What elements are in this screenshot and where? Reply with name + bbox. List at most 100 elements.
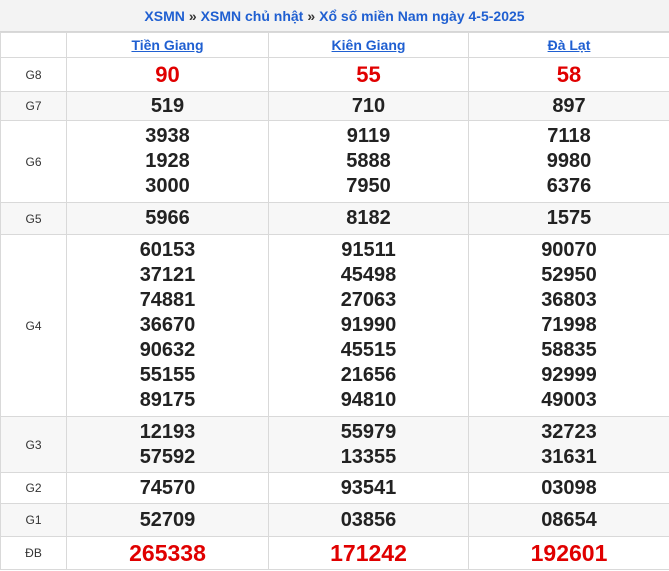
result-number: 45515 <box>340 339 397 361</box>
results-body: G8 90 55 58 G7 519 710 897 G6 3938 1928 3000 9119 588… <box>0 57 669 570</box>
result-number: 897 <box>552 94 586 117</box>
breadcrumb-link-xsmn[interactable]: XSMN <box>144 8 184 24</box>
result-number: 08654 <box>541 508 597 531</box>
result-number: 89175 <box>139 389 196 411</box>
result-number: 93541 <box>340 476 397 499</box>
result-number: 1928 <box>145 150 190 172</box>
result-number: 27063 <box>340 289 397 311</box>
province-link-kien-giang[interactable]: Kiên Giang <box>332 37 406 53</box>
result-number: 1575 <box>546 207 592 229</box>
result-cell: 03856 <box>268 503 469 537</box>
result-number: 71998 <box>541 314 597 336</box>
prize-label: G2 <box>0 472 67 504</box>
result-number: 57592 <box>139 445 196 468</box>
prize-label: G6 <box>0 120 67 203</box>
result-cell: 710 <box>268 91 469 121</box>
prize-row-g1: G1 52709 03856 08654 <box>0 503 669 537</box>
result-number: 192601 <box>530 539 608 566</box>
result-number: 5888 <box>346 150 391 172</box>
prize-column-header <box>0 32 67 58</box>
result-number: 519 <box>150 94 185 117</box>
breadcrumb-separator: » <box>188 7 197 24</box>
result-cell: 08654 <box>468 503 669 537</box>
province-header-row: Tiền Giang Kiên Giang Đà Lạt <box>0 32 669 58</box>
result-cell: 897 <box>468 91 669 121</box>
result-cell: 60153 37121 74881 36670 90632 55155 89175 <box>66 234 269 417</box>
result-number: 55155 <box>139 364 196 386</box>
prize-label: G8 <box>0 57 67 92</box>
prize-label: G3 <box>0 416 67 473</box>
prize-row-g6: G6 3938 1928 3000 9119 5888 7950 7118 9980 6376 <box>0 120 669 203</box>
result-cell: 90070 52950 36803 71998 58835 92999 49003 <box>468 234 669 417</box>
result-cell: 03098 <box>468 472 669 504</box>
result-number: 91990 <box>340 314 397 336</box>
result-number: 3938 <box>145 125 190 147</box>
province-header: Đà Lạt <box>468 32 669 58</box>
result-number: 12193 <box>139 420 196 443</box>
result-cell: 519 <box>66 91 269 121</box>
province-link-tien-giang[interactable]: Tiền Giang <box>131 37 203 53</box>
result-cell: 55979 13355 <box>268 416 469 473</box>
result-number: 7118 <box>547 125 591 147</box>
prize-label: ĐB <box>0 536 67 570</box>
result-number: 92999 <box>541 364 597 386</box>
prize-label: G5 <box>0 202 67 235</box>
result-number: 710 <box>351 94 386 117</box>
result-number: 13355 <box>340 445 397 468</box>
result-cell: 91511 45498 27063 91990 45515 21656 94810 <box>268 234 469 417</box>
result-number: 58 <box>556 62 582 87</box>
result-number: 55 <box>356 62 381 87</box>
result-cell: 265338 <box>66 536 269 570</box>
prize-row-g2: G2 74570 93541 03098 <box>0 472 669 504</box>
prize-label: G1 <box>0 503 67 537</box>
prize-row-g3: G3 12193 57592 55979 13355 32723 31631 <box>0 416 669 473</box>
result-number: 9119 <box>346 125 391 147</box>
result-number: 21656 <box>340 364 397 386</box>
result-cell: 55 <box>268 57 469 92</box>
result-number: 60153 <box>139 239 196 261</box>
result-number: 6376 <box>546 175 592 197</box>
result-number: 36803 <box>541 289 597 311</box>
result-number: 74570 <box>139 476 196 499</box>
result-cell: 7118 9980 6376 <box>468 120 669 203</box>
result-number: 5966 <box>145 207 190 229</box>
result-number: 94810 <box>340 389 397 411</box>
result-cell: 8182 <box>268 202 469 235</box>
prize-row-g7: G7 519 710 897 <box>0 91 669 121</box>
result-number: 58835 <box>541 339 597 361</box>
result-cell: 171242 <box>268 536 469 570</box>
result-cell: 5966 <box>66 202 269 235</box>
result-number: 91511 <box>341 239 396 261</box>
result-cell: 1575 <box>468 202 669 235</box>
result-cell: 74570 <box>66 472 269 504</box>
result-number: 90 <box>155 62 180 87</box>
result-number: 36670 <box>139 314 196 336</box>
result-number: 31631 <box>541 445 597 468</box>
prize-label: G4 <box>0 234 67 417</box>
result-number: 52709 <box>139 508 196 531</box>
province-header: Tiền Giang <box>66 32 269 58</box>
result-number: 52950 <box>541 264 597 286</box>
result-cell: 32723 31631 <box>468 416 669 473</box>
result-cell: 52709 <box>66 503 269 537</box>
result-number: 90070 <box>541 239 597 261</box>
result-number: 45498 <box>340 264 397 286</box>
breadcrumb-link-xsmn-sunday[interactable]: XSMN chủ nhật <box>201 8 304 24</box>
prize-row-db: ĐB 265338 171242 192601 <box>0 536 669 570</box>
province-link-da-lat[interactable]: Đà Lạt <box>548 37 591 53</box>
result-cell: 93541 <box>268 472 469 504</box>
prize-label: G7 <box>0 91 67 121</box>
prize-row-g4: G4 60153 37121 74881 36670 90632 55155 89175 915… <box>0 234 669 417</box>
results-table: Tiền Giang Kiên Giang Đà Lạt G8 90 55 58 G7 5… <box>0 32 669 570</box>
result-number: 55979 <box>340 420 397 443</box>
result-cell: 90 <box>66 57 269 92</box>
prize-row-g8: G8 90 55 58 <box>0 57 669 92</box>
result-number: 8182 <box>346 207 391 229</box>
result-number: 37121 <box>139 264 196 286</box>
result-number: 90632 <box>139 339 196 361</box>
province-header: Kiên Giang <box>268 32 469 58</box>
result-number: 9980 <box>546 150 592 172</box>
prize-row-g5: G5 5966 8182 1575 <box>0 202 669 235</box>
result-cell: 58 <box>468 57 669 92</box>
result-cell: 192601 <box>468 536 669 570</box>
